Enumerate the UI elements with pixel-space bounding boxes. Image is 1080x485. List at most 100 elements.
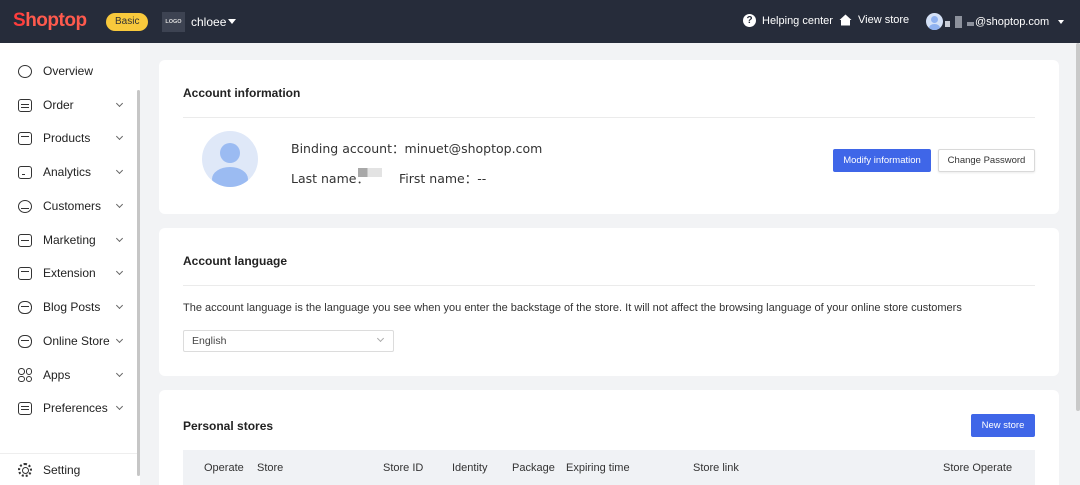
marketing-icon: [18, 233, 32, 247]
column-header: Identity: [452, 462, 488, 474]
chevron-down-icon: [115, 99, 124, 108]
divider: [183, 285, 1035, 286]
top-bar: Shoptop Basic LOGO chloee ? Helping cent…: [0, 0, 1080, 43]
analytics-icon: [18, 165, 32, 179]
blog-icon: [18, 300, 32, 314]
sidebar-item-order[interactable]: Order: [0, 88, 137, 122]
redacted-block: [945, 21, 950, 27]
avatar: [926, 13, 943, 30]
avatar: [202, 131, 258, 187]
brand-text: S: [13, 10, 26, 31]
language-select[interactable]: English: [183, 330, 394, 352]
helping-center-link[interactable]: ? Helping center: [743, 14, 833, 27]
chevron-down-icon: [115, 301, 124, 310]
sidebar-item-setting[interactable]: Setting: [0, 454, 137, 485]
modify-information-button[interactable]: Modify information: [833, 149, 931, 172]
sidebar-item-label: Extension: [43, 266, 96, 280]
sidebar-item-analytics[interactable]: Analytics: [0, 155, 137, 189]
personal-stores-card: Personal stores New store Operate Store …: [159, 390, 1059, 485]
page-scrollbar[interactable]: [1076, 43, 1080, 485]
sidebar-item-extension[interactable]: Extension: [0, 256, 137, 290]
question-icon: ?: [743, 14, 756, 27]
gear-icon: [18, 463, 32, 477]
chevron-down-icon: [115, 402, 124, 411]
sidebar-item-label: Order: [43, 98, 74, 112]
first-name-row: First name：--: [399, 168, 486, 187]
chevron-down-icon: [115, 132, 124, 141]
brand-text-rest: hoptop: [25, 10, 87, 31]
column-header: Store link: [693, 462, 739, 474]
new-store-button[interactable]: New store: [971, 414, 1035, 437]
sidebar-item-label: Apps: [43, 368, 71, 382]
column-header: Operate: [204, 462, 244, 474]
binding-account-row: Binding account：minuet@shoptop.com: [291, 138, 542, 157]
sidebar-item-blog-posts[interactable]: Blog Posts: [0, 290, 137, 324]
chevron-down-icon: [115, 335, 124, 344]
sidebar-item-apps[interactable]: Apps: [0, 358, 137, 392]
sidebar-item-label: Analytics: [43, 165, 92, 179]
chevron-down-icon: [115, 369, 124, 378]
store-switcher[interactable]: chloee: [191, 15, 226, 29]
view-store-label: View store: [858, 14, 910, 26]
section-title: Personal stores: [183, 419, 274, 433]
sidebar-item-label: Blog Posts: [43, 300, 101, 314]
brand-logo[interactable]: Shoptop: [13, 10, 87, 32]
preferences-icon: [18, 401, 32, 415]
setting-label: Setting: [43, 463, 81, 477]
sidebar-item-overview[interactable]: Overview: [0, 54, 137, 88]
first-name-label: First name：: [399, 171, 478, 186]
sidebar-item-label: Marketing: [43, 233, 96, 247]
products-icon: [18, 131, 32, 145]
divider: [183, 117, 1035, 118]
extension-icon: [18, 266, 32, 280]
section-title: Account information: [183, 86, 301, 100]
chevron-down-icon: [1058, 19, 1065, 24]
view-store-link[interactable]: View store: [839, 14, 909, 26]
language-select-value: English: [192, 335, 227, 347]
chevron-down-icon: [376, 334, 385, 343]
user-menu[interactable]: @shoptop.com: [926, 13, 1065, 30]
chevron-down-icon: [115, 166, 124, 175]
account-language-card: Account language The account language is…: [159, 228, 1059, 376]
redacted-block: [955, 15, 962, 28]
online-store-icon: [18, 334, 32, 348]
sidebar: Overview Order Products Analytics Custom…: [0, 43, 140, 485]
column-header: Package: [512, 462, 555, 474]
language-description: The account language is the language you…: [183, 302, 962, 314]
order-icon: [18, 98, 32, 112]
apps-icon: [18, 368, 32, 382]
sidebar-scrollbar[interactable]: [137, 90, 140, 476]
chevron-down-icon: [115, 267, 124, 276]
account-information-card: Account information Binding account：minu…: [159, 60, 1059, 214]
sidebar-item-label: Products: [43, 131, 91, 145]
compass-icon: [18, 64, 32, 78]
chevron-down-icon: [115, 234, 124, 243]
sidebar-item-marketing[interactable]: Marketing: [0, 223, 137, 257]
sidebar-item-preferences[interactable]: Preferences: [0, 391, 137, 425]
redacted-block: [358, 168, 382, 177]
sidebar-item-label: Online Store: [43, 334, 110, 348]
section-title: Account language: [183, 254, 288, 268]
redacted-block: [967, 22, 974, 26]
column-header: Store ID: [383, 462, 424, 474]
first-name-value: --: [477, 171, 487, 186]
sidebar-item-products[interactable]: Products: [0, 121, 137, 155]
stores-table-header: Operate Store Store ID Identity Package …: [183, 450, 1035, 485]
sidebar-item-label: Preferences: [43, 401, 108, 415]
binding-account-value: minuet@shoptop.com: [404, 141, 543, 156]
home-icon: [839, 14, 852, 26]
customers-icon: [18, 199, 32, 213]
sidebar-item-label: Customers: [43, 199, 102, 213]
helping-center-label: Helping center: [762, 14, 833, 27]
chevron-down-icon: [115, 200, 124, 209]
chevron-down-icon[interactable]: [228, 19, 236, 24]
plan-badge: Basic: [106, 13, 149, 31]
binding-account-label: Binding account：: [291, 141, 405, 156]
sidebar-item-online-store[interactable]: Online Store: [0, 324, 137, 358]
change-password-button[interactable]: Change Password: [938, 149, 1035, 172]
sidebar-item-label: Overview: [43, 64, 94, 78]
sidebar-item-customers[interactable]: Customers: [0, 189, 137, 223]
column-header: Store: [257, 462, 284, 474]
column-header: Store Operate: [943, 462, 1013, 474]
store-logo: LOGO: [162, 12, 185, 32]
